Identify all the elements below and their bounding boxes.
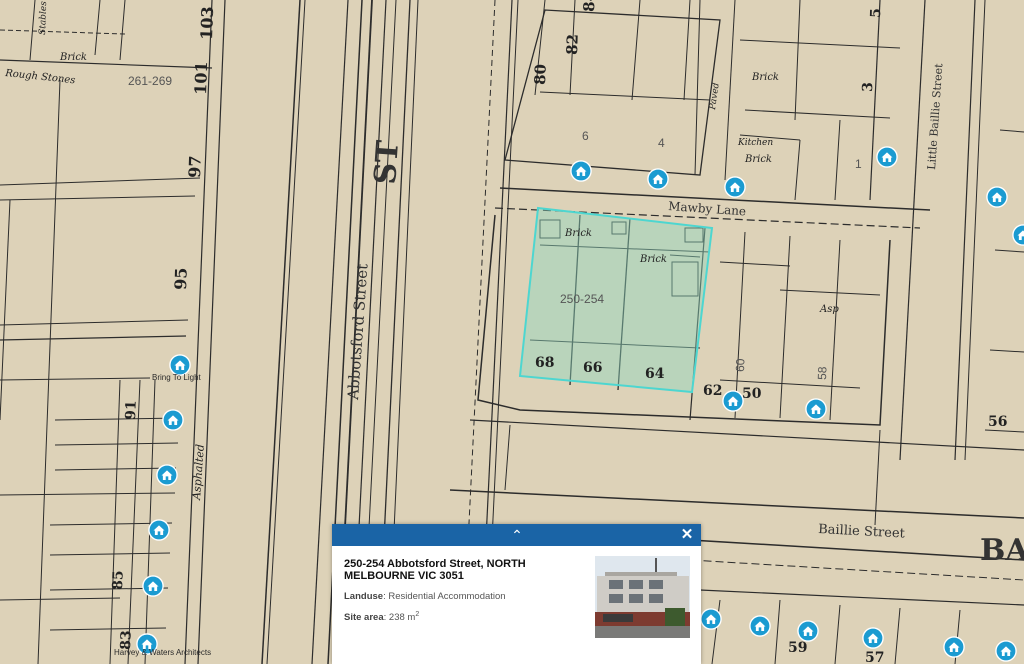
popup-header: ⌃ ✕ <box>332 524 701 546</box>
chevron-up-icon[interactable]: ⌃ <box>507 527 527 543</box>
parcel-number: 1 <box>855 157 862 171</box>
hand-number: 101 <box>191 61 211 95</box>
home-marker-icon[interactable] <box>570 160 592 182</box>
home-marker-icon[interactable] <box>724 176 746 198</box>
hand-note: Brick <box>59 52 87 63</box>
hand-number: 91 <box>123 400 140 420</box>
landuse-label: Landuse <box>344 591 384 602</box>
street-label-ba: BA <box>980 533 1024 568</box>
hand-number: 95 <box>171 267 191 290</box>
hand-number: 82 <box>563 34 582 55</box>
poi-label: Harvey & Waters Architects <box>114 648 211 657</box>
selected-parcel-label: 250-254 <box>560 292 604 306</box>
hand-number: 57 <box>865 650 884 664</box>
hand-number: 50 <box>742 386 762 402</box>
hand-note: Stables <box>38 1 49 35</box>
popup-body: 250-254 Abbotsford Street, NORTH MELBOUR… <box>332 546 701 638</box>
building-photo[interactable] <box>595 556 690 638</box>
hand-number: 80 <box>531 64 550 85</box>
hand-note: Kitchen <box>737 138 773 148</box>
home-marker-icon[interactable] <box>700 608 722 630</box>
home-marker-icon[interactable] <box>876 146 898 168</box>
hand-note: Brick <box>744 154 772 165</box>
home-marker-icon[interactable] <box>862 627 884 649</box>
home-marker-icon[interactable] <box>749 615 771 637</box>
home-marker-icon[interactable] <box>943 636 965 658</box>
hand-note: Brick <box>564 228 592 239</box>
home-marker-icon[interactable] <box>647 168 669 190</box>
hand-number: 66 <box>583 360 602 376</box>
hand-number: 103 <box>197 6 217 40</box>
home-marker-icon[interactable] <box>722 390 744 412</box>
hand-number: 59 <box>788 640 807 656</box>
close-icon[interactable]: ✕ <box>679 526 695 544</box>
hand-number: 97 <box>185 155 205 178</box>
site-area-unit: 2 <box>415 611 420 618</box>
home-marker-icon[interactable] <box>148 519 170 541</box>
home-marker-icon[interactable] <box>142 575 164 597</box>
home-marker-icon[interactable] <box>156 464 178 486</box>
parcel-number: 58 <box>815 366 829 380</box>
hand-number: 68 <box>535 355 554 371</box>
hand-number: 85 <box>110 570 127 590</box>
hand-number: 84 <box>580 0 599 12</box>
hand-number: 64 <box>645 366 665 382</box>
hand-number: 62 <box>703 383 722 399</box>
property-popup: ⌃ ✕ 250-254 Abbotsford Street, NORTH MEL… <box>332 524 701 664</box>
parcel-number: 6 <box>582 129 589 143</box>
hand-note: Brick <box>639 254 667 265</box>
home-marker-icon[interactable] <box>986 186 1008 208</box>
hand-number: 5 <box>868 8 884 18</box>
home-marker-icon[interactable] <box>995 640 1017 662</box>
home-marker-icon[interactable] <box>805 398 827 420</box>
home-marker-icon[interactable] <box>162 409 184 431</box>
site-area-label: Site area <box>344 612 384 624</box>
parcel-number: 261-269 <box>128 74 172 88</box>
hand-note: Asp <box>819 304 839 315</box>
hand-number: 3 <box>860 82 876 92</box>
street-label-st: ST <box>368 139 406 186</box>
home-marker-icon[interactable] <box>797 620 819 642</box>
site-area-value: 238 m <box>388 612 416 624</box>
property-address: 250-254 Abbotsford Street, NORTH MELBOUR… <box>344 558 526 582</box>
hand-note: Brick <box>751 72 779 83</box>
parcel-number: 60 <box>733 358 747 372</box>
poi-label: Bring To Light <box>152 373 202 382</box>
landuse-value: Residential Accommodation <box>388 591 506 602</box>
hand-number: 56 <box>988 414 1007 430</box>
parcel-number: 4 <box>658 136 665 150</box>
